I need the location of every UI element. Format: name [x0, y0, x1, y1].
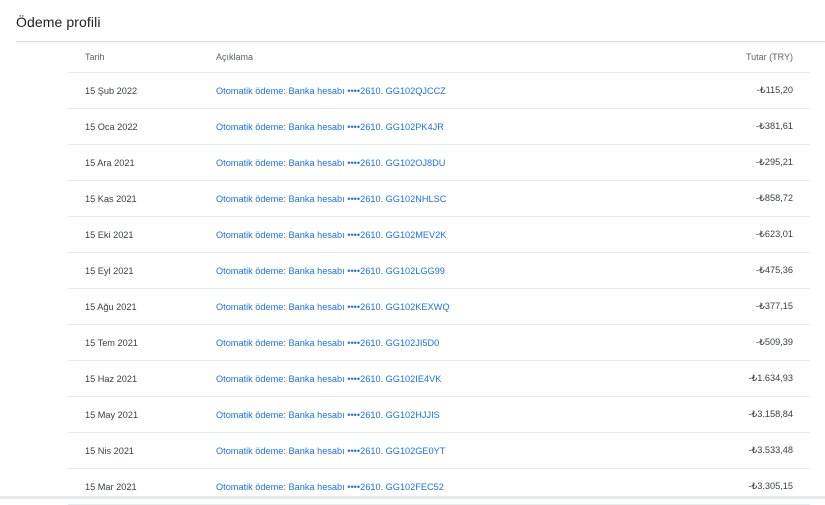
transaction-link[interactable]: Otomatik ödeme: Banka hesabı ••••2610. G…	[216, 446, 445, 456]
row-date: 15 Ara 2021	[85, 157, 135, 168]
row-date: 15 Mar 2021	[85, 481, 137, 492]
table-row: 15 Mar 2021 Otomatik ödeme: Banka hesabı…	[68, 469, 810, 505]
row-amount: -₺3.533,48	[748, 445, 793, 455]
row-amount: -₺1.634,93	[748, 373, 793, 383]
table-header-row: Tarih Açıklama Tutar (TRY)	[68, 42, 810, 73]
row-date: 15 Ağu 2021	[85, 301, 137, 312]
transaction-link[interactable]: Otomatik ödeme: Banka hesabı ••••2610. G…	[216, 266, 445, 276]
row-date: 15 Nis 2021	[85, 445, 135, 456]
row-date: 15 Eki 2021	[85, 229, 134, 240]
row-date: 15 Eyl 2021	[85, 265, 134, 276]
transaction-link[interactable]: Otomatik ödeme: Banka hesabı ••••2610. G…	[216, 374, 441, 384]
column-header-amount[interactable]: Tutar (TRY)	[690, 52, 810, 62]
table-row: 15 Ağu 2021 Otomatik ödeme: Banka hesabı…	[68, 289, 810, 325]
row-amount: -₺858,72	[755, 193, 793, 203]
table-row: 15 Eki 2021 Otomatik ödeme: Banka hesabı…	[68, 217, 810, 253]
row-amount: -₺509,39	[755, 337, 793, 347]
table-row: 15 Tem 2021 Otomatik ödeme: Banka hesabı…	[68, 325, 810, 361]
row-amount: -₺475,36	[755, 265, 793, 275]
table-row: 15 Eyl 2021 Otomatik ödeme: Banka hesabı…	[68, 253, 810, 289]
row-date: 15 Şub 2022	[85, 85, 138, 96]
column-header-description[interactable]: Açıklama	[216, 52, 690, 62]
row-amount: -₺295,21	[755, 157, 793, 167]
transaction-link[interactable]: Otomatik ödeme: Banka hesabı ••••2610. G…	[216, 122, 444, 132]
transaction-link[interactable]: Otomatik ödeme: Banka hesabı ••••2610. G…	[216, 158, 445, 168]
transaction-link[interactable]: Otomatik ödeme: Banka hesabı ••••2610. G…	[216, 482, 444, 492]
row-date: 15 Kas 2021	[85, 193, 137, 204]
row-amount: -₺623,01	[755, 229, 793, 239]
table-row: 15 Şub 2022 Otomatik ödeme: Banka hesabı…	[68, 73, 810, 109]
column-header-date[interactable]: Tarih	[68, 52, 216, 62]
row-amount: -₺115,20	[756, 85, 793, 95]
row-date: 15 Haz 2021	[85, 373, 138, 384]
transactions-table: Tarih Açıklama Tutar (TRY) 15 Şub 2022 O…	[68, 42, 810, 505]
transaction-link[interactable]: Otomatik ödeme: Banka hesabı ••••2610. G…	[216, 86, 446, 96]
transaction-link[interactable]: Otomatik ödeme: Banka hesabı ••••2610. G…	[216, 302, 449, 312]
row-date: 15 Oca 2022	[85, 121, 138, 132]
table-row: 15 Haz 2021 Otomatik ödeme: Banka hesabı…	[68, 361, 810, 397]
page-title: Ödeme profili	[16, 14, 101, 30]
row-amount: -₺3.158,84	[748, 409, 793, 419]
row-amount: -₺377,15	[755, 301, 793, 311]
table-row: 15 Ara 2021 Otomatik ödeme: Banka hesabı…	[68, 145, 810, 181]
transaction-link[interactable]: Otomatik ödeme: Banka hesabı ••••2610. G…	[216, 410, 440, 420]
transaction-link[interactable]: Otomatik ödeme: Banka hesabı ••••2610. G…	[216, 194, 446, 204]
table-row: 15 Kas 2021 Otomatik ödeme: Banka hesabı…	[68, 181, 810, 217]
row-amount: -₺381,61	[755, 121, 793, 131]
row-amount: -₺3.305,15	[748, 481, 793, 491]
row-date: 15 May 2021	[85, 409, 139, 420]
row-date: 15 Tem 2021	[85, 337, 138, 348]
table-row: 15 Oca 2022 Otomatik ödeme: Banka hesabı…	[68, 109, 810, 145]
transaction-link[interactable]: Otomatik ödeme: Banka hesabı ••••2610. G…	[216, 338, 439, 348]
transaction-link[interactable]: Otomatik ödeme: Banka hesabı ••••2610. G…	[216, 230, 446, 240]
table-row: 15 May 2021 Otomatik ödeme: Banka hesabı…	[68, 397, 810, 433]
table-row: 15 Nis 2021 Otomatik ödeme: Banka hesabı…	[68, 433, 810, 469]
